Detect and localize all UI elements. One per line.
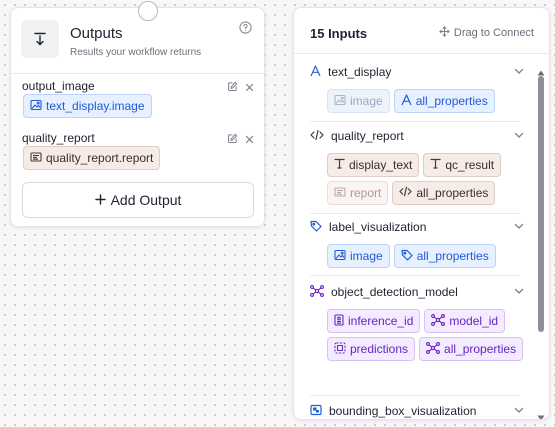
input-chip[interactable]: report [327, 181, 389, 205]
section-title: label_visualization [329, 220, 427, 234]
output-row: quality_report quality_report.report [22, 131, 254, 181]
input-section-label-visualization: label_visualization image all_properties [310, 218, 524, 268]
scroll-down-icon[interactable] [537, 408, 545, 419]
section-divider [310, 395, 520, 396]
section-title: object_detection_model [331, 285, 458, 299]
report-icon [30, 151, 42, 166]
section-divider [310, 275, 520, 276]
input-connector-handle[interactable] [138, 1, 158, 21]
output-name: quality_report [22, 131, 95, 145]
text-type-icon [310, 64, 321, 80]
chevron-down-icon[interactable] [514, 65, 524, 79]
model-graph-icon [310, 284, 324, 300]
code-icon [399, 186, 412, 200]
chip-label: quality_report.report [46, 151, 154, 165]
input-chip[interactable]: inference_id [327, 309, 421, 333]
image-icon [334, 249, 346, 264]
text-type-icon [401, 93, 412, 109]
section-header[interactable]: label_visualization [310, 218, 524, 236]
text-t-icon [334, 158, 345, 172]
outputs-title: Outputs [70, 25, 123, 42]
chevron-down-icon[interactable] [514, 404, 524, 418]
image-icon [30, 99, 42, 114]
bounding-box-icon [310, 404, 322, 419]
input-chip[interactable]: all_properties [393, 89, 495, 113]
input-chip[interactable]: all_properties [392, 181, 496, 205]
drag-hint-label: Drag to Connect [453, 27, 534, 39]
outputs-header: Outputs Results your workflow returns [21, 18, 254, 66]
move-icon [439, 26, 450, 40]
remove-icon[interactable] [245, 79, 254, 97]
chevron-down-icon[interactable] [514, 129, 524, 143]
output-binding-chip[interactable]: quality_report.report [23, 146, 161, 170]
input-chip[interactable]: model_id [424, 309, 506, 333]
chip-label: report [350, 186, 382, 200]
report-icon [334, 186, 346, 201]
chip-label: qc_result [445, 158, 495, 172]
chip-label: image [350, 249, 383, 263]
code-icon [310, 129, 324, 144]
input-section-bounding-box-visualization: bounding_box_visualization [310, 402, 524, 419]
id-card-icon [334, 313, 344, 329]
input-chip[interactable]: qc_result [423, 153, 502, 177]
section-divider [310, 213, 520, 214]
input-section-object-detection-model: object_detection_model inference_id mode… [310, 283, 524, 361]
section-header[interactable]: text_display [310, 63, 524, 81]
inputs-panel: 15 Inputs Drag to Connect text_display i… [293, 7, 550, 420]
outputs-node-icon [21, 20, 59, 58]
input-chip[interactable]: all_properties [393, 244, 496, 268]
image-icon [334, 94, 346, 109]
input-chip[interactable]: predictions [327, 337, 416, 361]
chip-label: inference_id [348, 314, 414, 328]
chip-label: all_properties [416, 249, 489, 263]
section-title: quality_report [331, 129, 404, 143]
section-divider [310, 121, 520, 122]
chip-label: all_properties [416, 186, 489, 200]
outputs-subtitle: Results your workflow returns [70, 47, 202, 58]
outputs-node[interactable]: Outputs Results your workflow returns ou… [10, 1, 265, 227]
tag-icon [401, 249, 413, 264]
section-header[interactable]: object_detection_model [310, 283, 524, 301]
chip-label: image [350, 94, 383, 108]
section-header[interactable]: quality_report [310, 127, 524, 145]
model-graph-icon [426, 341, 440, 357]
chip-label: all_properties [415, 94, 488, 108]
drag-hint: Drag to Connect [439, 26, 534, 40]
input-chip[interactable]: all_properties [419, 337, 524, 361]
plus-icon [94, 192, 106, 208]
output-name: output_image [22, 79, 95, 93]
input-section-quality-report: quality_report display_text qc_result re… [310, 127, 524, 205]
input-chip[interactable]: image [327, 89, 390, 113]
output-binding-chip[interactable]: text_display.image [23, 94, 152, 118]
text-t-icon [430, 158, 441, 172]
edit-icon[interactable] [227, 79, 238, 97]
chip-label: predictions [350, 342, 409, 356]
chevron-down-icon[interactable] [514, 220, 524, 234]
input-chip[interactable]: image [327, 244, 390, 268]
chip-label: text_display.image [46, 99, 145, 113]
inputs-title: 15 Inputs [310, 26, 368, 41]
chip-label: model_id [449, 314, 499, 328]
help-icon[interactable] [239, 21, 252, 39]
chip-label: display_text [349, 158, 413, 172]
section-title: bounding_box_visualization [329, 404, 477, 418]
model-graph-icon [431, 313, 446, 329]
inputs-divider [294, 53, 549, 54]
add-output-button[interactable]: Add Output [22, 182, 254, 218]
outputs-divider [11, 73, 264, 74]
section-header[interactable]: bounding_box_visualization [310, 402, 524, 419]
scrollbar-thumb[interactable] [538, 76, 544, 332]
chip-label: all_properties [444, 342, 517, 356]
tag-icon [310, 220, 322, 235]
chevron-down-icon[interactable] [514, 285, 524, 299]
input-chip[interactable]: display_text [327, 153, 420, 177]
predictions-icon [334, 341, 346, 357]
remove-icon[interactable] [245, 131, 254, 149]
add-output-label: Add Output [110, 192, 182, 208]
output-row: output_image text_display.image [22, 79, 254, 129]
section-title: text_display [328, 65, 392, 79]
input-section-text-display: text_display image all_properties [310, 63, 524, 113]
edit-icon[interactable] [227, 131, 238, 149]
